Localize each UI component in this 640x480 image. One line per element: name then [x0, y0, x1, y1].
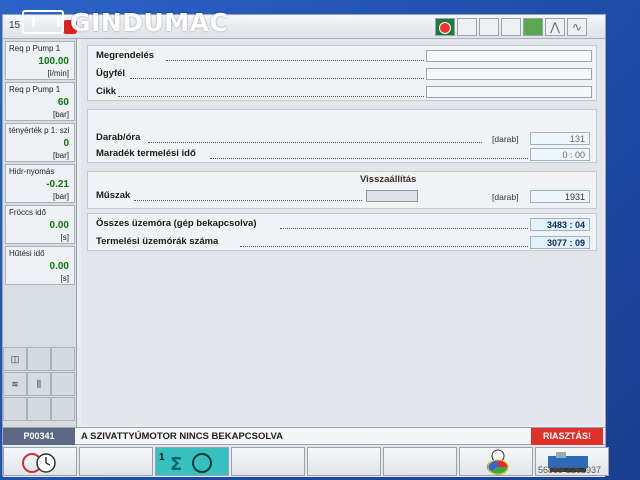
- reset-button[interactable]: [366, 190, 418, 202]
- total-hours-label: Összes üzemóra (gép bekapcsolva): [96, 218, 257, 229]
- fkey-2[interactable]: [79, 447, 153, 476]
- pieces-per-hour-value: 131: [530, 132, 590, 145]
- sidebar-item-unit: [bar]: [52, 151, 69, 160]
- sidebar-item-pump-flow[interactable]: Req p Pump 1 100.00 [l/min]: [5, 41, 75, 80]
- blank-cell[interactable]: [51, 372, 75, 396]
- sidebar: Req p Pump 1 100.00 [l/min] Req p Pump 1…: [3, 39, 77, 427]
- customer-field[interactable]: [426, 68, 592, 80]
- order-field[interactable]: [426, 50, 592, 62]
- machine-status-icon[interactable]: [523, 18, 543, 36]
- status-bar: P00341 A SZIVATTYÚMOTOR NINCS BEKAPCSOLV…: [3, 427, 605, 445]
- hours-panel: Összes üzemóra (gép bekapcsolva) 3483 : …: [87, 213, 597, 251]
- watermark: 56889-2262937: [537, 465, 601, 475]
- reset-label: Visszaállítás: [360, 174, 417, 185]
- heater-icon[interactable]: ⋀: [545, 18, 565, 36]
- sum-icon: Σ: [170, 453, 212, 475]
- shift-value: 1931: [530, 190, 590, 203]
- mold-icon[interactable]: ◫: [3, 347, 27, 371]
- fkey-5[interactable]: [307, 447, 381, 476]
- sidebar-item-label: Hidr-nyomás: [9, 167, 55, 176]
- top-icon-bar: ⋀ ∿: [435, 18, 587, 36]
- shift-panel: Visszaállítás Műszak [darab] 1931: [87, 171, 597, 209]
- production-hours-value: 3077 : 09: [530, 236, 590, 249]
- sidebar-item-label: Hűtési idő: [9, 249, 45, 258]
- clock-text: 15: [9, 20, 21, 31]
- logo-mark-icon: [22, 10, 64, 34]
- sidebar-item-value: 100.00: [38, 56, 69, 67]
- sidebar-item-actual-pressure[interactable]: tényérték p 1. szi 0 [bar]: [5, 123, 75, 162]
- item-label: Cikk: [96, 86, 117, 97]
- blank-button-2[interactable]: [479, 18, 499, 36]
- cycle-clock-icon: [22, 453, 56, 473]
- sidebar-item-label: Fröccs idő: [9, 208, 46, 217]
- sidebar-item-value: 0.00: [49, 220, 69, 231]
- total-hours-value: 3483 : 04: [530, 218, 590, 231]
- remaining-time-value: 0 : 00: [530, 148, 590, 161]
- sidebar-item-value: -0.21: [46, 179, 69, 190]
- blank-cell[interactable]: [27, 397, 51, 421]
- sidebar-item-label: tényérték p 1. szi: [9, 126, 70, 135]
- ejector-icon[interactable]: ⫼: [27, 372, 51, 396]
- alarm-reset-button[interactable]: RIASZTÁS!: [531, 428, 603, 445]
- function-key-bar: 1 Σ 56889-2262937: [3, 446, 609, 477]
- fkey-production-summary[interactable]: 1 Σ: [155, 447, 229, 476]
- sidebar-item-value: 0: [63, 138, 69, 149]
- sidebar-item-value: 0.00: [49, 261, 69, 272]
- blank-cell[interactable]: [51, 347, 75, 371]
- alarm-message: A SZIVATTYÚMOTOR NINCS BEKAPCSOLVA: [81, 431, 283, 442]
- sidebar-item-injection-time[interactable]: Fröccs idő 0.00 [s]: [5, 205, 75, 244]
- blank-button-1[interactable]: [457, 18, 477, 36]
- sidebar-item-unit: [bar]: [52, 192, 69, 201]
- order-panel: Megrendelés Ügyfél Cikk: [87, 45, 597, 101]
- dotted-leader: [240, 246, 528, 247]
- sidebar-item-unit: [s]: [60, 233, 69, 242]
- dotted-leader: [148, 142, 482, 143]
- fkey-statistics[interactable]: [459, 447, 533, 476]
- pie-chart-clock-icon: [486, 449, 509, 475]
- sidebar-item-hydraulic-pressure[interactable]: Hidr-nyomás -0.21 [bar]: [5, 164, 75, 203]
- sidebar-item-label: Req p Pump 1: [9, 85, 61, 94]
- alarm-code: P00341: [3, 428, 75, 445]
- screw-icon[interactable]: ≋: [3, 372, 27, 396]
- blank-cell[interactable]: [27, 347, 51, 371]
- sidebar-item-value: 60: [57, 97, 69, 108]
- fkey-clock[interactable]: [3, 447, 77, 476]
- hmi-screen: 15 ⋀ ∿ Req p Pump 1 100.00 [l/min] Req p…: [2, 14, 609, 477]
- production-hours-label: Termelési üzemórák száma: [96, 236, 219, 247]
- dotted-leader: [134, 200, 362, 201]
- main-content: Megrendelés Ügyfél Cikk Darab/óra [darab…: [81, 39, 603, 425]
- sidebar-item-unit: [l/min]: [47, 69, 69, 78]
- dotted-leader: [130, 78, 424, 79]
- customer-label: Ügyfél: [96, 68, 126, 79]
- blank-cell[interactable]: [51, 397, 75, 421]
- dotted-leader: [118, 96, 424, 97]
- pieces-per-hour-unit: [darab]: [492, 134, 519, 144]
- blank-button-3[interactable]: [501, 18, 521, 36]
- alarm-icon[interactable]: [435, 18, 455, 36]
- sidebar-item-cooling-time[interactable]: Hűtési idő 0.00 [s]: [5, 246, 75, 285]
- item-field[interactable]: [426, 86, 592, 98]
- logo-text: GINDUMAC: [70, 8, 229, 37]
- dotted-leader: [210, 158, 528, 159]
- dotted-leader: [166, 60, 424, 61]
- shift-label: Műszak: [96, 190, 131, 201]
- sidebar-item-unit: [bar]: [52, 110, 69, 119]
- fkey-4[interactable]: [231, 447, 305, 476]
- production-panel: Darab/óra [darab] 131 Maradék termelési …: [87, 109, 597, 163]
- dotted-leader: [280, 228, 528, 229]
- blank-cell[interactable]: [3, 397, 27, 421]
- wave-icon[interactable]: ∿: [567, 18, 587, 36]
- fkey-6[interactable]: [383, 447, 457, 476]
- sidebar-item-label: Req p Pump 1: [9, 44, 61, 53]
- sidebar-item-pump-pressure[interactable]: Req p Pump 1 60 [bar]: [5, 82, 75, 121]
- remaining-time-label: Maradék termelési idő: [96, 148, 196, 159]
- svg-text:Σ: Σ: [170, 454, 182, 475]
- brand-logo: GINDUMAC: [22, 4, 228, 38]
- shift-unit: [darab]: [492, 192, 519, 202]
- sidebar-button-grid: ◫ ≋ ⫼: [3, 347, 77, 427]
- sidebar-item-unit: [s]: [60, 274, 69, 283]
- order-label: Megrendelés: [96, 50, 155, 61]
- pieces-per-hour-label: Darab/óra: [96, 132, 141, 143]
